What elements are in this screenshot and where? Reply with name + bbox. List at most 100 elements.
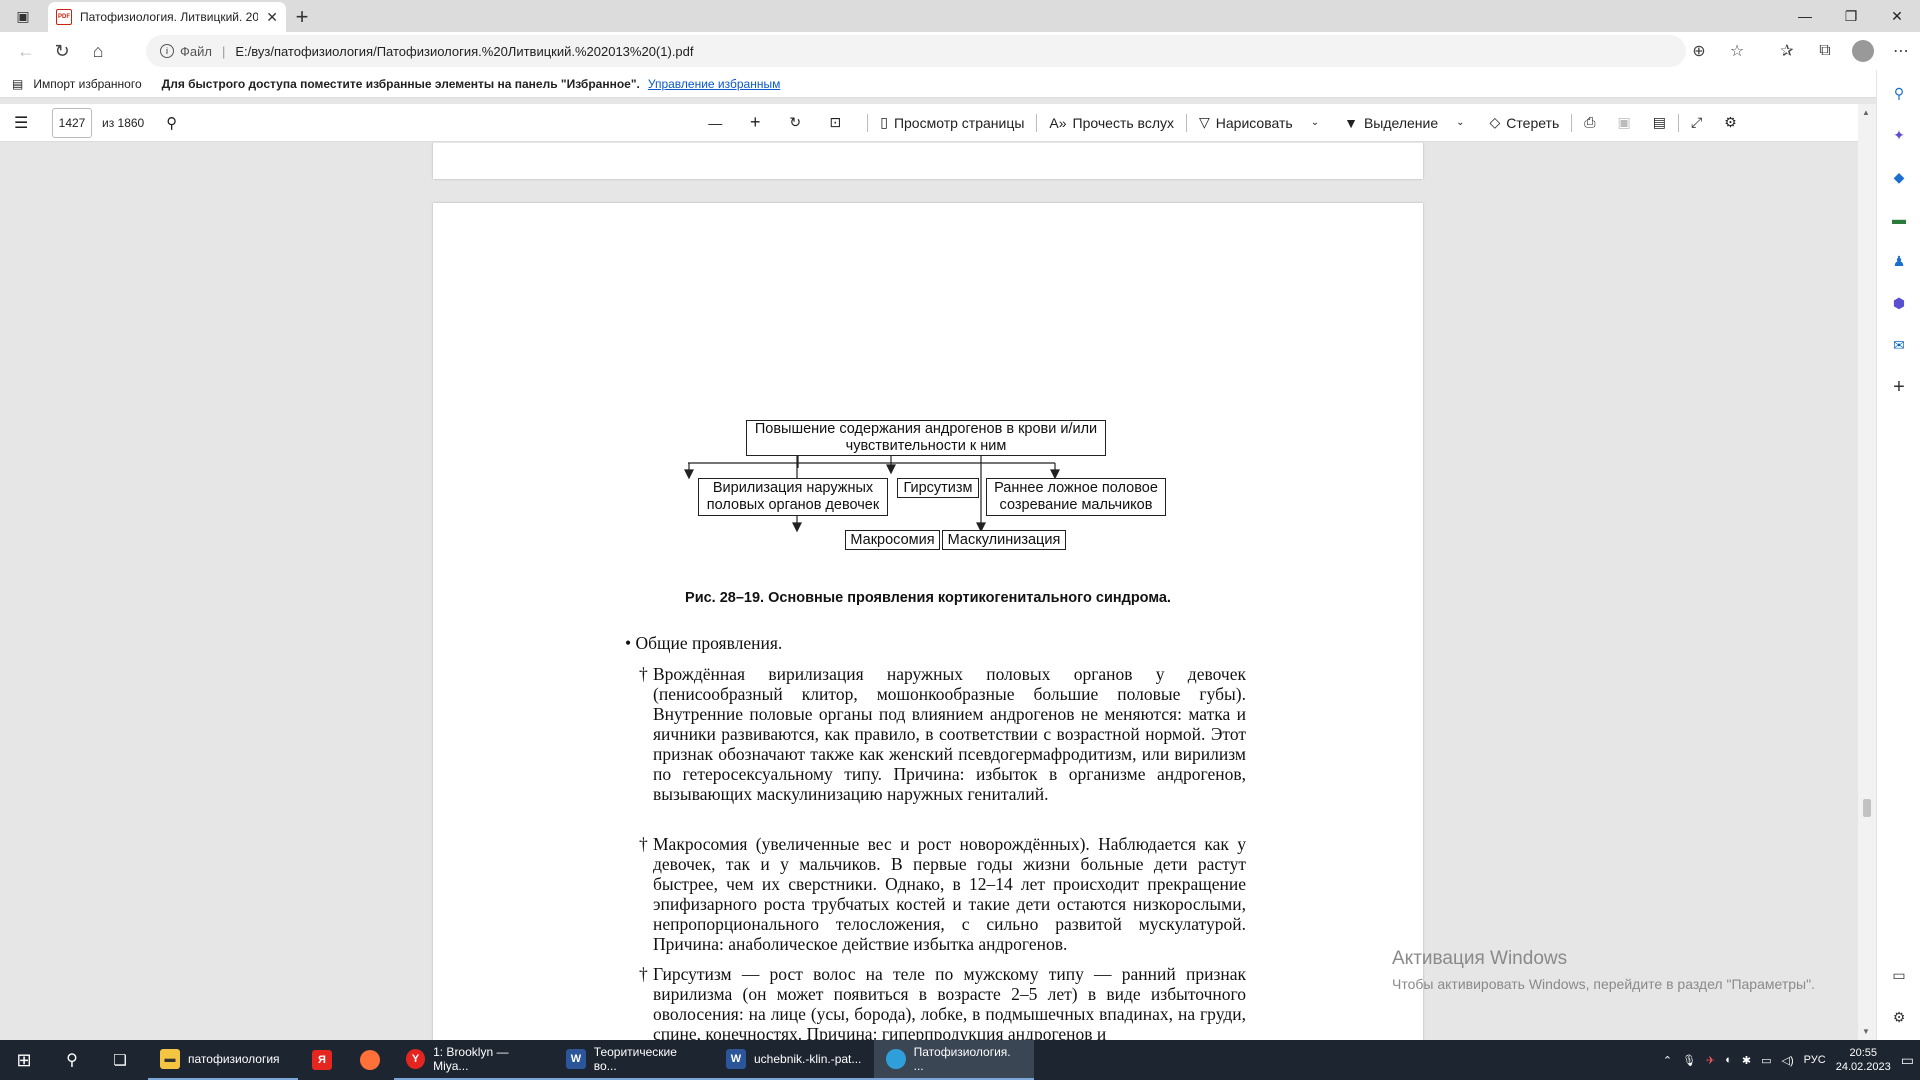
page-total: из 1860 <box>102 115 145 130</box>
paragraph-hirsutism: † Гирсутизм — рост волос на теле по мужс… <box>639 964 1246 1040</box>
copilot-icon[interactable]: ✦ <box>1890 126 1908 144</box>
more-icon[interactable]: ⋯ <box>1882 41 1920 61</box>
separator <box>1571 113 1573 132</box>
import-icon: ▤ <box>12 76 24 91</box>
diagram-node-top: Повышение содержания андрогенов в крови … <box>746 420 1106 456</box>
draw-button[interactable]: ▽ Нарисовать ⌄ <box>1199 114 1319 131</box>
scrollbar[interactable]: ▲ ▼ <box>1858 104 1876 1040</box>
clock[interactable]: 20:55 24.02.2023 <box>1836 1046 1891 1074</box>
rotate-icon[interactable]: ↻ <box>775 114 815 131</box>
avatar[interactable] <box>1852 40 1874 62</box>
paragraph-text: Гирсутизм — рост волос на теле по мужско… <box>653 964 1246 1040</box>
sidebar-settings-icon[interactable]: ⚙ <box>1890 1008 1908 1026</box>
clock-date: 24.02.2023 <box>1835 1061 1891 1073</box>
url-field[interactable]: i Файл | E:/вуз/патофизиология/Патофизио… <box>146 35 1686 67</box>
home-button[interactable]: ⌂ <box>80 33 116 69</box>
tab-actions-icon[interactable]: ▣ <box>0 0 46 32</box>
taskbar-firefox[interactable] <box>346 1040 394 1080</box>
edge-icon <box>886 1049 906 1069</box>
refresh-button[interactable]: ↻ <box>44 33 80 69</box>
new-tab-button[interactable]: + <box>286 2 318 32</box>
manage-favorites-link[interactable]: Управление избранным <box>648 77 780 91</box>
scroll-up-icon[interactable]: ▲ <box>1862 108 1870 117</box>
add-favorite-icon[interactable]: ☆ <box>1718 41 1756 61</box>
minimize-button[interactable]: — <box>1782 0 1828 32</box>
close-window-button[interactable]: ✕ <box>1874 0 1920 32</box>
page-view-button[interactable]: ▯ Просмотр страницы <box>880 114 1024 131</box>
separator <box>867 113 869 132</box>
save-as-icon[interactable]: ▤ <box>1653 114 1666 131</box>
chevron-up-icon[interactable]: ⌃ <box>1663 1054 1672 1067</box>
zoom-out-icon[interactable]: — <box>695 115 735 131</box>
page-number-input[interactable]: 1427 <box>52 107 92 138</box>
read-aloud-button[interactable]: A» Прочесть вслух <box>1049 115 1174 131</box>
diagram-connectors <box>684 455 1060 533</box>
window-controls: — ❐ ✕ <box>1782 0 1920 32</box>
bluetooth-icon[interactable]: ✱ <box>1742 1054 1751 1067</box>
zoom-in-icon[interactable]: + <box>735 112 775 133</box>
notifications-icon[interactable]: ▭ <box>1901 1052 1914 1069</box>
headset-icon[interactable]: ◐ <box>1725 1054 1732 1066</box>
search-icon[interactable]: ⚲ <box>48 1040 96 1080</box>
search-icon[interactable]: ⚲ <box>166 114 177 132</box>
save-icon[interactable]: ▣ <box>1617 114 1630 131</box>
watermark-title: Активация Windows <box>1392 948 1568 969</box>
separator <box>1185 113 1187 132</box>
print-icon[interactable]: ⎙ <box>1584 114 1595 131</box>
back-button[interactable]: ← <box>8 33 44 69</box>
task-view-icon[interactable]: ❏ <box>96 1040 144 1080</box>
fullscreen-icon[interactable]: ⤢ <box>1691 114 1702 131</box>
office-icon[interactable]: ⬢ <box>1890 294 1908 312</box>
clock-time: 20:55 <box>1849 1047 1877 1059</box>
highlight-button[interactable]: ▼ Выделение ⌄ <box>1344 115 1464 131</box>
contents-icon[interactable]: ☰ <box>14 113 28 133</box>
shopping-icon[interactable]: ◆ <box>1890 168 1908 186</box>
taskbar-app-word2[interactable]: W uchebnik.-klin.-pat... <box>714 1040 874 1080</box>
network-icon[interactable]: ▭ <box>1761 1054 1771 1067</box>
games-icon[interactable]: ♟ <box>1890 252 1908 270</box>
info-icon[interactable]: i <box>160 44 174 58</box>
taskbar-app-edge[interactable]: Патофизиология. ... <box>874 1040 1034 1080</box>
page-view-label: Просмотр страницы <box>893 114 1025 131</box>
sidebar-layout-icon[interactable]: ▭ <box>1890 966 1908 984</box>
outlook-icon[interactable]: ✉ <box>1890 336 1908 354</box>
erase-button[interactable]: ◇ Стереть <box>1490 114 1560 131</box>
highlight-label: Выделение <box>1363 114 1439 131</box>
taskbar-app-label: Теоритические во... <box>593 1045 677 1073</box>
taskbar-app-word1[interactable]: W Теоритические во... <box>554 1040 714 1080</box>
taskbar-yandex[interactable]: Я <box>298 1040 346 1080</box>
diagram-node-virilization: Вирилизация наружных половых органов дев… <box>698 478 888 516</box>
import-favorites-link[interactable]: Импорт избранного <box>33 77 141 91</box>
zoom-icon[interactable]: ⊕ <box>1680 41 1718 61</box>
windows-start-icon[interactable]: ⊞ <box>0 1040 48 1080</box>
taskbar-app-explorer[interactable]: ▬ патофизиология <box>148 1040 298 1080</box>
favorites-icon[interactable]: ✰ <box>1768 41 1806 61</box>
tab-active[interactable]: PDF Патофизиология. Литвицкий. 2013 ✕ <box>48 2 286 32</box>
microphone-icon[interactable]: 🎙 <box>1682 1054 1696 1067</box>
scroll-thumb[interactable] <box>1863 799 1871 817</box>
tab-bar: ▣ PDF Патофизиология. Литвицкий. 2013 ✕ … <box>0 0 1920 32</box>
settings-icon[interactable]: ⚙ <box>1724 114 1737 131</box>
paragraph-text: Врождённая вирилизация наружных половых … <box>653 664 1246 804</box>
antivirus-icon[interactable]: ✈ <box>1706 1054 1715 1067</box>
paragraph-macrosomia: † Макросомия (увеличенные вес и рост нов… <box>639 834 1246 954</box>
pdf-page-previous <box>433 143 1423 179</box>
taskbar-app-label: Патофизиология. ... <box>913 1045 1011 1073</box>
tools-icon[interactable]: ▬ <box>1890 210 1908 228</box>
highlight-icon: ▼ <box>1344 114 1358 131</box>
add-icon[interactable]: + <box>1890 376 1908 398</box>
restore-button[interactable]: ❐ <box>1828 0 1874 32</box>
fit-page-icon[interactable]: ⊡ <box>815 114 855 131</box>
paragraph-text: Макросомия (увеличенные вес и рост новор… <box>653 834 1246 954</box>
search-icon[interactable]: ⚲ <box>1890 84 1908 102</box>
volume-icon[interactable]: ◁) <box>1782 1054 1794 1067</box>
chevron-down-icon[interactable]: ⌄ <box>1456 117 1464 128</box>
taskbar-app-music[interactable]: Y 1: Brooklyn — Miya... <box>394 1040 554 1080</box>
close-tab-icon[interactable]: ✕ <box>266 9 278 26</box>
scroll-down-icon[interactable]: ▼ <box>1862 1027 1870 1036</box>
chevron-down-icon[interactable]: ⌄ <box>1311 117 1319 128</box>
dagger-mark: † <box>639 964 648 984</box>
collections-icon[interactable]: ⧉ <box>1806 42 1844 60</box>
language-indicator[interactable]: РУС <box>1804 1054 1826 1066</box>
yandex-music-icon: Y <box>406 1049 426 1069</box>
